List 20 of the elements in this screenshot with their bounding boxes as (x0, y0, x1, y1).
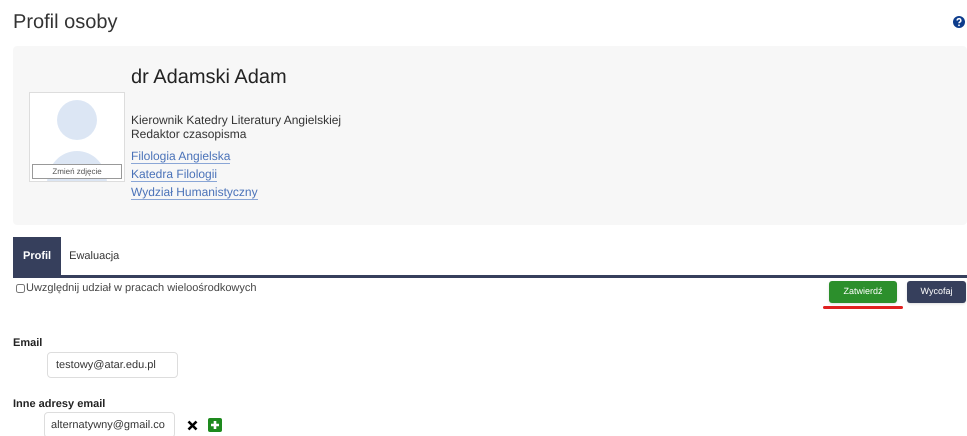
email-field[interactable]: testowy@atar.edu.pl (47, 352, 178, 378)
remove-icon[interactable] (187, 420, 198, 430)
checkbox-label: Uwzględnij udział w pracach wieloośrodkowych (26, 281, 256, 296)
cancel-button[interactable]: Wycofaj (907, 281, 966, 303)
tab[interactable]: Profil (13, 237, 62, 275)
change-photo-button[interactable]: Zmień zdjęcie (32, 164, 122, 179)
unit-link[interactable]: Katedra Filologii (131, 167, 218, 182)
person-name: dr Adamski Adam (131, 65, 288, 90)
checkbox[interactable] (16, 284, 25, 293)
field-label: Email (13, 336, 44, 351)
field-label: Inne adresy email (13, 396, 106, 412)
confirm-button[interactable]: Zatwierdź (829, 281, 897, 303)
unit-link[interactable]: Wydział Humanistyczny (131, 185, 258, 200)
role-text: Kierownik Katedry Literatury Angielskiej (131, 113, 342, 127)
unit-link[interactable]: Filologia Angielska (131, 149, 230, 164)
role-text: Redaktor czasopisma (131, 127, 248, 141)
email-field[interactable]: alternatywny@gmail.co (44, 412, 175, 436)
add-icon[interactable] (208, 418, 222, 432)
help-icon[interactable] (953, 16, 965, 28)
page-title: Profil osoby (13, 10, 118, 35)
